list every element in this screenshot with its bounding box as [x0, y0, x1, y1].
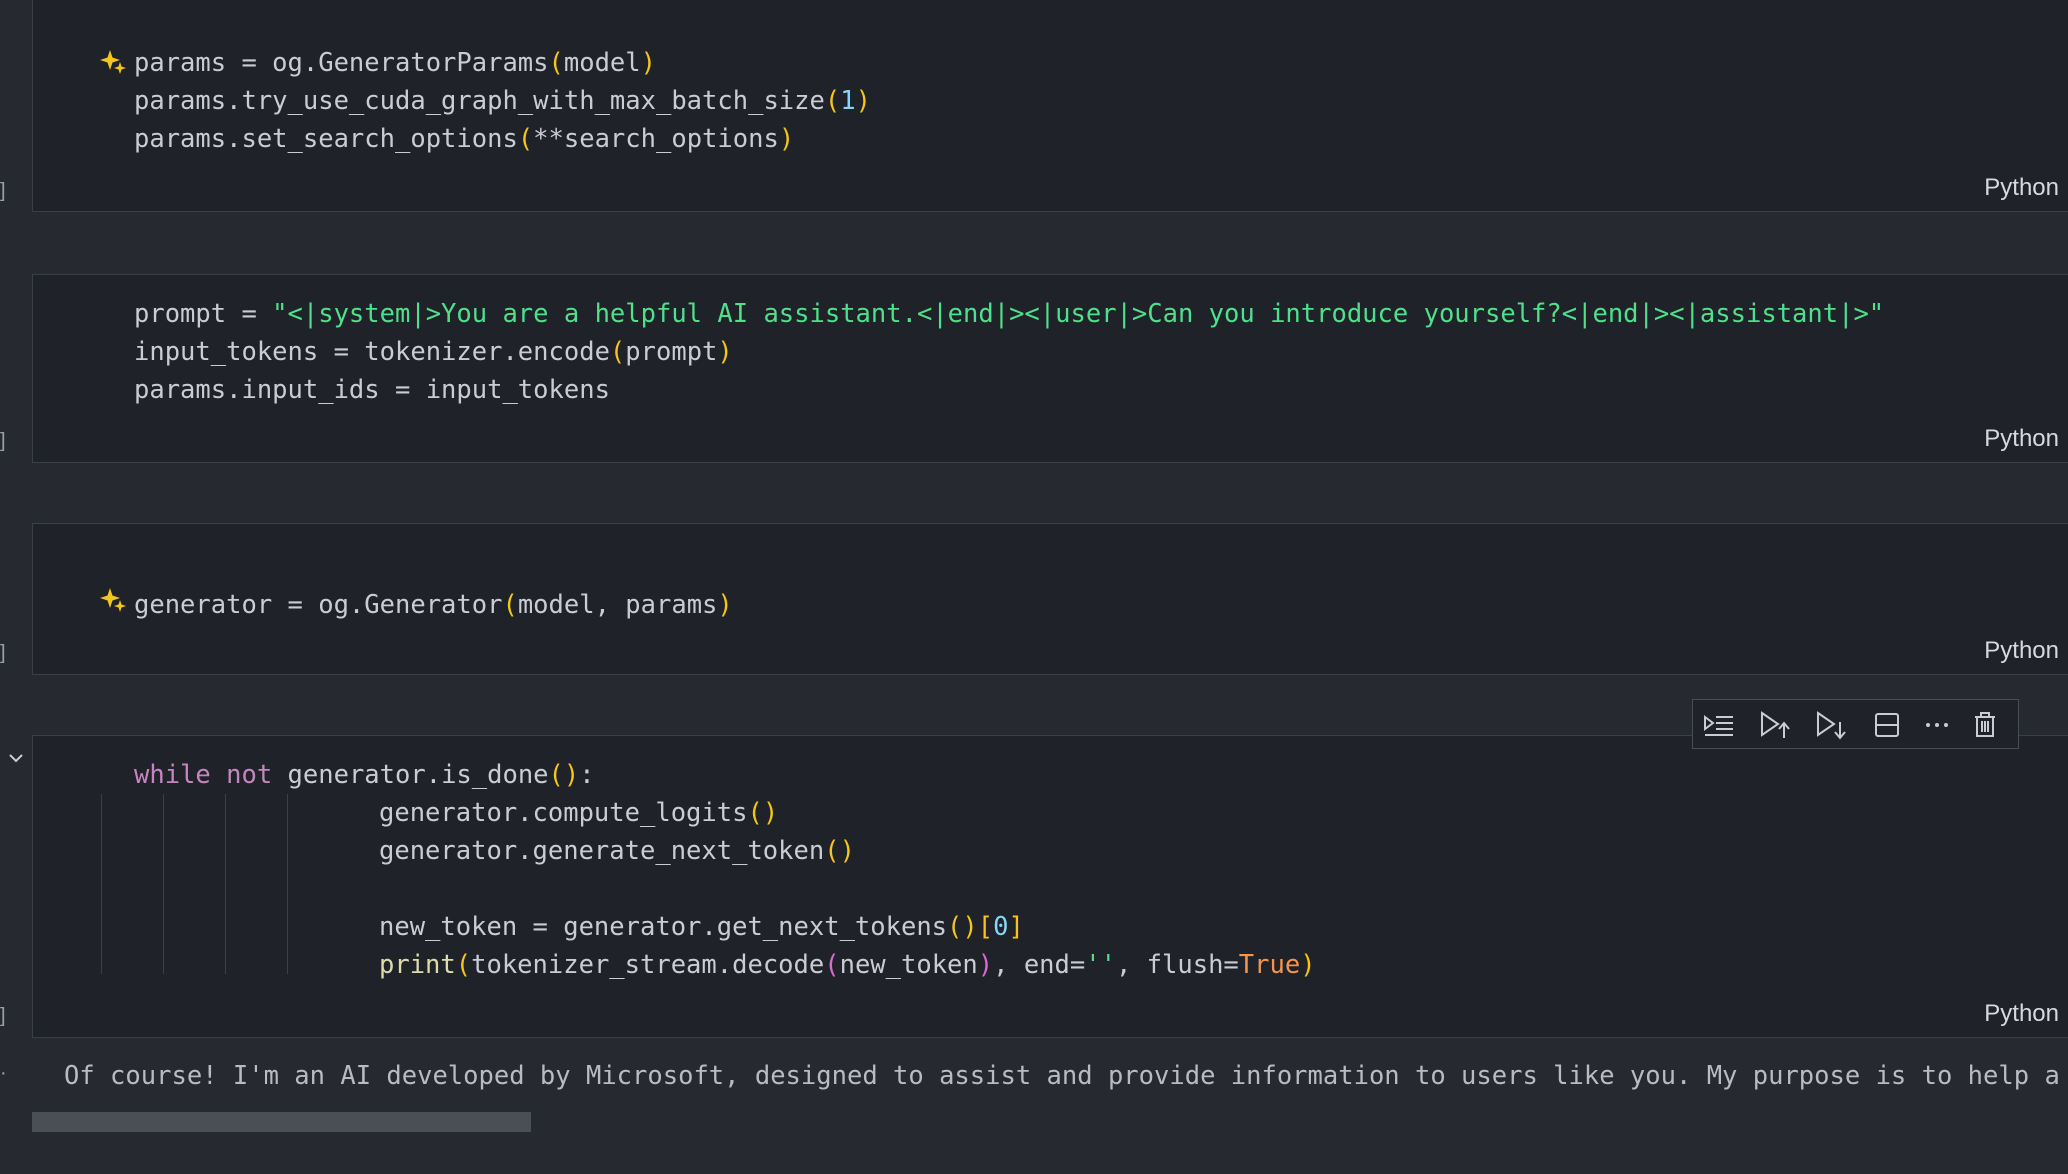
- execute-below-button[interactable]: [1813, 707, 1849, 743]
- notebook-cell-active[interactable]: while not generator.is_done(): generator…: [32, 735, 2068, 1038]
- delete-cell-icon: [1975, 712, 1995, 737]
- cell-language-label[interactable]: Python: [1984, 425, 2059, 453]
- delete-cell-button[interactable]: [1967, 707, 2003, 743]
- notebook-cell[interactable]: params = og.GeneratorParams(model) param…: [32, 0, 2068, 212]
- code-text: params = og.GeneratorParams: [134, 48, 549, 78]
- indent-guide: [287, 794, 288, 974]
- execution-count-bracket: ]: [0, 1005, 6, 1027]
- sparkle-icon[interactable]: [100, 586, 128, 614]
- execution-count-bracket: ]: [0, 642, 6, 664]
- output-horizontal-scrollbar[interactable]: [32, 1112, 531, 1132]
- code-line[interactable]: while not generator.is_done():: [134, 756, 595, 794]
- indent-guide: [225, 794, 226, 974]
- code-line[interactable]: params.set_search_options(**search_optio…: [134, 120, 794, 158]
- cell-language-label[interactable]: Python: [1984, 1000, 2059, 1028]
- execute-above-button[interactable]: [1757, 707, 1793, 743]
- collapse-chevron-icon[interactable]: [6, 748, 26, 768]
- execution-count-bracket: ]: [0, 180, 6, 202]
- sparkle-icon[interactable]: [100, 48, 128, 76]
- code-line[interactable]: prompt = "<|system|>You are a helpful AI…: [134, 295, 1884, 333]
- cell-language-label[interactable]: Python: [1984, 174, 2059, 202]
- code-line[interactable]: params.input_ids = input_tokens: [134, 371, 610, 409]
- code-line[interactable]: params.try_use_cuda_graph_with_max_batch…: [134, 82, 871, 120]
- run-by-line-icon: [1704, 715, 1733, 736]
- indent-guide: [163, 794, 164, 974]
- more-actions-icon: [1926, 723, 1948, 727]
- code-line[interactable]: print(tokenizer_stream.decode(new_token)…: [379, 946, 1316, 984]
- execute-above-icon: [1761, 711, 1790, 738]
- output-marker: ·: [0, 1062, 7, 1084]
- code-line[interactable]: generator = og.Generator(model, params): [134, 586, 733, 624]
- cell-output: Of course! I'm an AI developed by Micros…: [64, 1061, 2060, 1091]
- code-line[interactable]: input_tokens = tokenizer.encode(prompt): [134, 333, 733, 371]
- split-cell-button[interactable]: [1869, 707, 1905, 743]
- more-actions-button[interactable]: [1919, 707, 1955, 743]
- execution-count-bracket: ]: [0, 430, 6, 452]
- indent-guide: [101, 794, 102, 974]
- run-by-line-button[interactable]: [1701, 707, 1737, 743]
- notebook-cell[interactable]: prompt = "<|system|>You are a helpful AI…: [32, 274, 2068, 463]
- cell-toolbar: [1692, 699, 2019, 749]
- code-line[interactable]: generator.generate_next_token(): [379, 832, 855, 870]
- split-cell-icon: [1875, 713, 1899, 737]
- execute-below-icon: [1817, 711, 1846, 740]
- code-line[interactable]: params = og.GeneratorParams(model): [134, 44, 656, 82]
- code-line[interactable]: generator.compute_logits(): [379, 794, 778, 832]
- notebook-cell[interactable]: generator = og.Generator(model, params) …: [32, 523, 2068, 675]
- code-line[interactable]: new_token = generator.get_next_tokens()[…: [379, 908, 1024, 946]
- cell-language-label[interactable]: Python: [1984, 637, 2059, 665]
